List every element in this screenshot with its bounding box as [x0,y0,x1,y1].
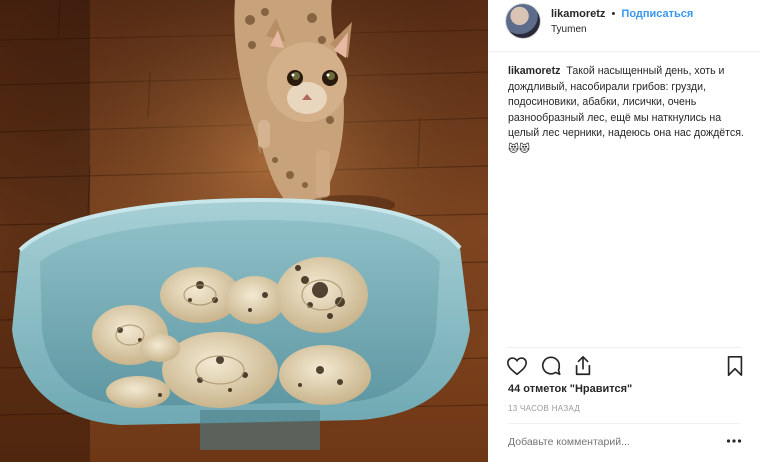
username-link[interactable]: likamoretz [551,8,605,20]
heart-icon[interactable] [506,355,528,377]
actions-divider [508,347,740,348]
caption-username[interactable]: likamoretz [508,65,560,77]
post-header: likamoretz • Подписаться Tyumen [488,0,760,52]
comment-bubble-icon[interactable] [540,355,562,377]
post-timestamp[interactable]: 13 часов назад [508,404,580,413]
avatar[interactable] [506,4,540,38]
follow-button[interactable]: Подписаться [621,8,693,20]
comment-divider [508,423,740,424]
separator-dot: • [611,8,616,20]
more-options-icon[interactable] [726,436,742,446]
location-link[interactable]: Tyumen [551,24,587,35]
cat-and-mushrooms-image [0,0,488,462]
likes-count[interactable]: 44 отметок "Нравится" [508,383,632,395]
caption-text: Такой насыщенный день, хоть и дождливый,… [508,65,744,155]
post-caption: likamoretz Такой насыщенный день, хоть и… [508,64,748,157]
header-line: likamoretz • Подписаться [551,8,693,20]
bookmark-icon[interactable] [724,355,746,377]
comment-input[interactable] [508,436,708,448]
post-photo[interactable] [0,0,488,462]
post-details-panel: likamoretz • Подписаться Tyumen likamore… [488,0,760,462]
share-icon[interactable] [572,355,594,377]
